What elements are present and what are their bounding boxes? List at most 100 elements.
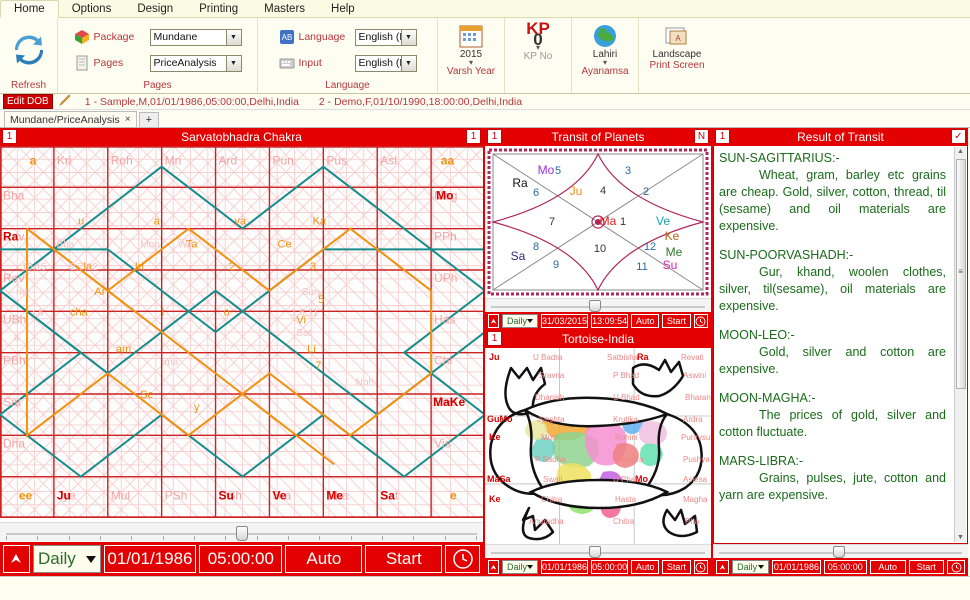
start-button[interactable]: Start [365,545,443,573]
date-field[interactable]: 31/03/2015 [541,314,589,328]
svg-text:Ve: Ve [272,488,286,502]
print-screen-button[interactable]: A Landscape Print Screen [644,20,710,92]
chakra-panel-badge[interactable]: 1 [2,129,17,144]
pencil-icon[interactable] [59,94,73,109]
svg-text:Aslesa: Aslesa [683,475,708,484]
kp-no-button[interactable]: KP 0 ▾ KP No [510,20,566,92]
svg-text:ee: ee [19,488,33,502]
transit-panel-corner-badge[interactable]: N [694,129,709,144]
time-field[interactable]: 05:00:00 [591,560,629,574]
ribbon-tab-home[interactable]: Home [0,0,59,18]
start-button[interactable]: Start [908,560,945,574]
input-row: Input English (E ▼ [279,54,417,72]
time-field[interactable]: 05:00:00 [823,560,868,574]
slider-thumb[interactable] [589,300,601,312]
package-combo[interactable]: Mundane ▼ [149,28,242,46]
svg-text:Ke: Ke [489,494,501,504]
ribbon-tab-masters[interactable]: Masters [251,0,318,17]
time-field[interactable]: 13:09:54 [591,314,629,328]
svg-text:Anuradha: Anuradha [529,517,564,526]
frequency-select[interactable]: Daily [502,560,539,574]
globe-icon [592,23,618,49]
collapse-arrow-button[interactable] [488,314,499,328]
edit-dob-button[interactable]: Edit DOB [3,94,53,109]
transit-zoom-slider[interactable] [485,298,711,312]
document-tab-mundane-priceanalysis[interactable]: Mundane/PriceAnalysis × [4,111,137,127]
auto-button[interactable]: Auto [631,560,660,574]
result-section-body: The prices of gold, silver and cotton fl… [719,408,946,439]
ribbon-tab-help[interactable]: Help [318,0,368,17]
slider-thumb[interactable] [236,526,248,541]
collapse-arrow-button[interactable] [716,560,730,574]
scroll-down-icon[interactable]: ▼ [957,534,964,541]
ribbon-tab-options[interactable]: Options [59,0,125,17]
ribbon-tab-printing[interactable]: Printing [186,0,251,17]
result-text-area[interactable]: SUN-SAGITTARIUS:- Wheat, gram, barley etc… [713,146,968,544]
chakra-zoom-slider[interactable] [0,522,483,542]
svg-text:aa: aa [441,154,455,168]
tortoise-india-map[interactable]: Ju U Badra Satbisha Ra Revati Sravna P Bhad Asw… [485,348,711,544]
collapse-arrow-button[interactable] [3,545,30,573]
ayanamsa-button[interactable]: Lahiri ▾ Ayanamsa [577,20,633,92]
result-zoom-slider[interactable] [713,544,968,558]
slider-thumb[interactable] [833,546,845,558]
result-panel-badge[interactable]: 1 [715,129,730,144]
dob-entry-1[interactable]: 1 - Sample,M,01/01/1986,05:00:00,Delhi,I… [85,96,299,108]
chakra-panel-header: 1 Sarvatobhadra Chakra 1 [0,128,483,146]
result-scrollbar[interactable]: ▲ ≡ ▼ [954,147,966,542]
close-icon[interactable]: × [125,114,131,125]
svg-text:Ju: Ju [570,184,583,198]
pages-combo[interactable]: PriceAnalysis ▼ [149,54,242,72]
ribbon-group-ayanamsa: Lahiri ▾ Ayanamsa [572,18,639,93]
svg-text:Bha: Bha [57,239,75,250]
refresh-button[interactable] [12,20,46,80]
language-combo[interactable]: English (E ▼ [354,28,417,46]
auto-button[interactable]: Auto [631,314,660,328]
auto-button[interactable]: Auto [870,560,906,574]
svg-text:8: 8 [533,241,539,253]
date-field[interactable]: 01/01/1986 [103,545,197,573]
svg-text:Sat: Sat [296,328,311,339]
svg-text:12: 12 [644,241,656,253]
result-check-button[interactable]: ✓ [951,129,966,144]
clock-button[interactable] [693,560,708,574]
slider-thumb[interactable] [589,546,601,558]
sarvatobhadra-chakra-grid[interactable]: a aa ee e Kri Roh Mri Ard Pun Pus Asl Jye Mul PSh USh S… [0,146,483,522]
svg-text:We: We [178,239,193,250]
dob-entry-2[interactable]: 2 - Demo,F,01/10/1990,18:00:00,Delhi,Ind… [319,96,522,108]
collapse-arrow-button[interactable] [488,560,499,574]
transit-panel-badge[interactable]: 1 [487,129,502,144]
svg-text:Sa: Sa [511,249,526,263]
clock-button[interactable] [693,314,708,328]
add-tab-button[interactable]: + [138,112,160,127]
frequency-select[interactable]: Daily [32,545,101,573]
svg-text:am: am [116,344,131,356]
svg-text:Mrigsira: Mrigsira [615,455,644,464]
auto-button[interactable]: Auto [285,545,363,573]
ribbon-tab-label: Home [14,3,45,15]
calendar-icon [458,23,484,49]
clock-button[interactable] [947,560,965,574]
chakra-panel-corner-badge[interactable]: 1 [466,129,481,144]
svg-text:U Pha: U Pha [613,475,636,484]
transit-chart[interactable]: 1 2 3 4 5 6 7 8 9 10 11 12 Ra Mo Ju Ma Ve Ke Sa Me Su [485,146,711,298]
frequency-value: Daily [737,562,758,572]
map-panel-badge[interactable]: 1 [487,331,502,346]
clock-button[interactable] [445,545,481,573]
start-button[interactable]: Start [662,560,691,574]
frequency-select[interactable]: Daily [502,314,539,328]
ribbon-tab-label: Design [137,2,174,15]
chevron-down-icon [758,565,765,569]
varsh-year-button[interactable]: 2015 ▾ Varsh Year [443,20,499,92]
time-field[interactable]: 05:00:00 [199,545,283,573]
input-combo[interactable]: English (E ▼ [354,54,417,72]
date-field[interactable]: 01/01/1986 [772,560,821,574]
refresh-icon [12,33,46,67]
map-zoom-slider[interactable] [485,544,711,558]
date-field[interactable]: 01/01/1986 [541,560,589,574]
scroll-up-icon[interactable]: ▲ [957,148,964,155]
frequency-select[interactable]: Daily [732,560,770,574]
ribbon-tab-design[interactable]: Design [124,0,186,17]
start-button[interactable]: Start [662,314,691,328]
svg-text:Ma: Ma [600,214,617,228]
